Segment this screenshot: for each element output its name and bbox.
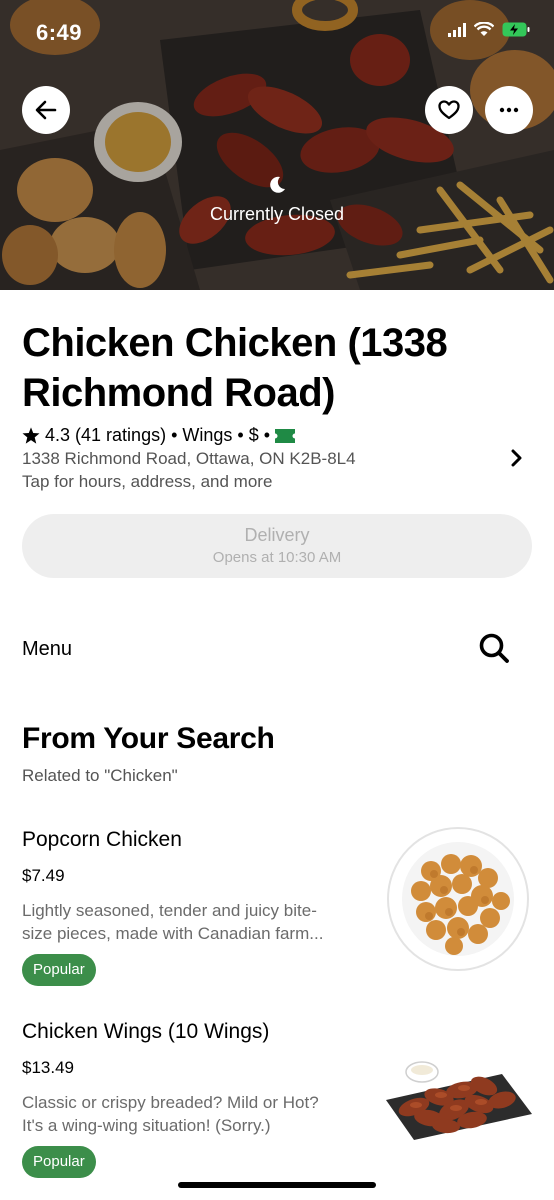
item-price: $7.49 <box>22 866 65 885</box>
item-price: $13.49 <box>22 1058 74 1077</box>
delivery-button[interactable]: Delivery Opens at 10:30 AM <box>22 514 532 578</box>
menu-item-chicken-wings[interactable]: Chicken Wings (10 Wings) $13.49 Classic … <box>0 1012 554 1182</box>
item-name: Popcorn Chicken <box>22 828 182 851</box>
store-name: Chicken Chicken (1338 Richmond Road) <box>22 321 448 415</box>
store-meta[interactable]: 4.3 (41 ratings) • Wings • $ • <box>22 425 296 446</box>
separator-dot: • <box>171 425 178 445</box>
closed-label: Currently Closed <box>209 204 345 224</box>
battery-icon <box>502 22 530 37</box>
wifi-icon <box>474 22 494 36</box>
chicken-wings-image <box>386 1061 532 1140</box>
menu-item-popcorn-chicken[interactable]: Popcorn Chicken $7.49 Lightly seasoned, … <box>0 820 554 1000</box>
ratings-count: (41 ratings) <box>75 425 167 445</box>
menu-label[interactable]: Menu <box>22 638 72 661</box>
rating-value: 4.3 <box>45 425 71 445</box>
signal-icon <box>448 22 466 37</box>
ellipsis-icon <box>499 107 519 113</box>
item-description: Classic or crispy breaded? Mild or Hot? … <box>22 1091 367 1137</box>
item-description-line: Classic or crispy breaded? Mild or Hot? <box>22 1093 319 1112</box>
home-indicator[interactable] <box>178 1182 376 1188</box>
separator-dot: • <box>237 425 244 445</box>
deals-ticket-icon <box>275 428 296 443</box>
price-level: $ <box>248 425 259 445</box>
section-subtitle: Related to "Chicken" <box>22 766 178 785</box>
star-icon <box>22 427 40 444</box>
store-hero-image: 6:49 Currently Closed <box>0 0 554 290</box>
hero-overlay <box>0 0 554 290</box>
heart-icon <box>438 100 460 120</box>
item-description-line: size pieces, made with Canadian farm... <box>22 924 324 943</box>
delivery-opens-time: Opens at 10:30 AM <box>212 549 342 566</box>
search-icon[interactable] <box>478 632 510 664</box>
section-title: From Your Search <box>22 722 275 755</box>
more-options-button[interactable] <box>485 86 533 134</box>
popular-badge: Popular <box>22 1146 96 1178</box>
separator-dot: • <box>263 425 271 445</box>
item-name: Chicken Wings (10 Wings) <box>22 1020 270 1043</box>
moon-icon <box>270 176 285 193</box>
item-description-line: It's a wing-wing situation! (Sorry.) <box>22 1116 271 1135</box>
status-time: 6:49 <box>36 20 83 45</box>
item-description-line: Lightly seasoned, tender and juicy bite- <box>22 901 317 920</box>
popular-badge: Popular <box>22 954 96 986</box>
store-address[interactable]: 1338 Richmond Road, Ottawa, ON K2B-8L4 <box>22 449 356 469</box>
popcorn-chicken-image <box>387 827 529 971</box>
favorite-button[interactable] <box>425 86 473 134</box>
status-icons <box>448 22 530 37</box>
store-category: Wings <box>182 425 233 445</box>
closed-status: Currently Closed <box>0 175 554 225</box>
chevron-right-icon[interactable] <box>508 449 526 467</box>
back-button[interactable] <box>22 86 70 134</box>
delivery-label: Delivery <box>244 525 310 545</box>
item-description: Lightly seasoned, tender and juicy bite-… <box>22 899 367 945</box>
store-details-hint[interactable]: Tap for hours, address, and more <box>22 472 272 492</box>
arrow-left-icon <box>35 100 57 120</box>
